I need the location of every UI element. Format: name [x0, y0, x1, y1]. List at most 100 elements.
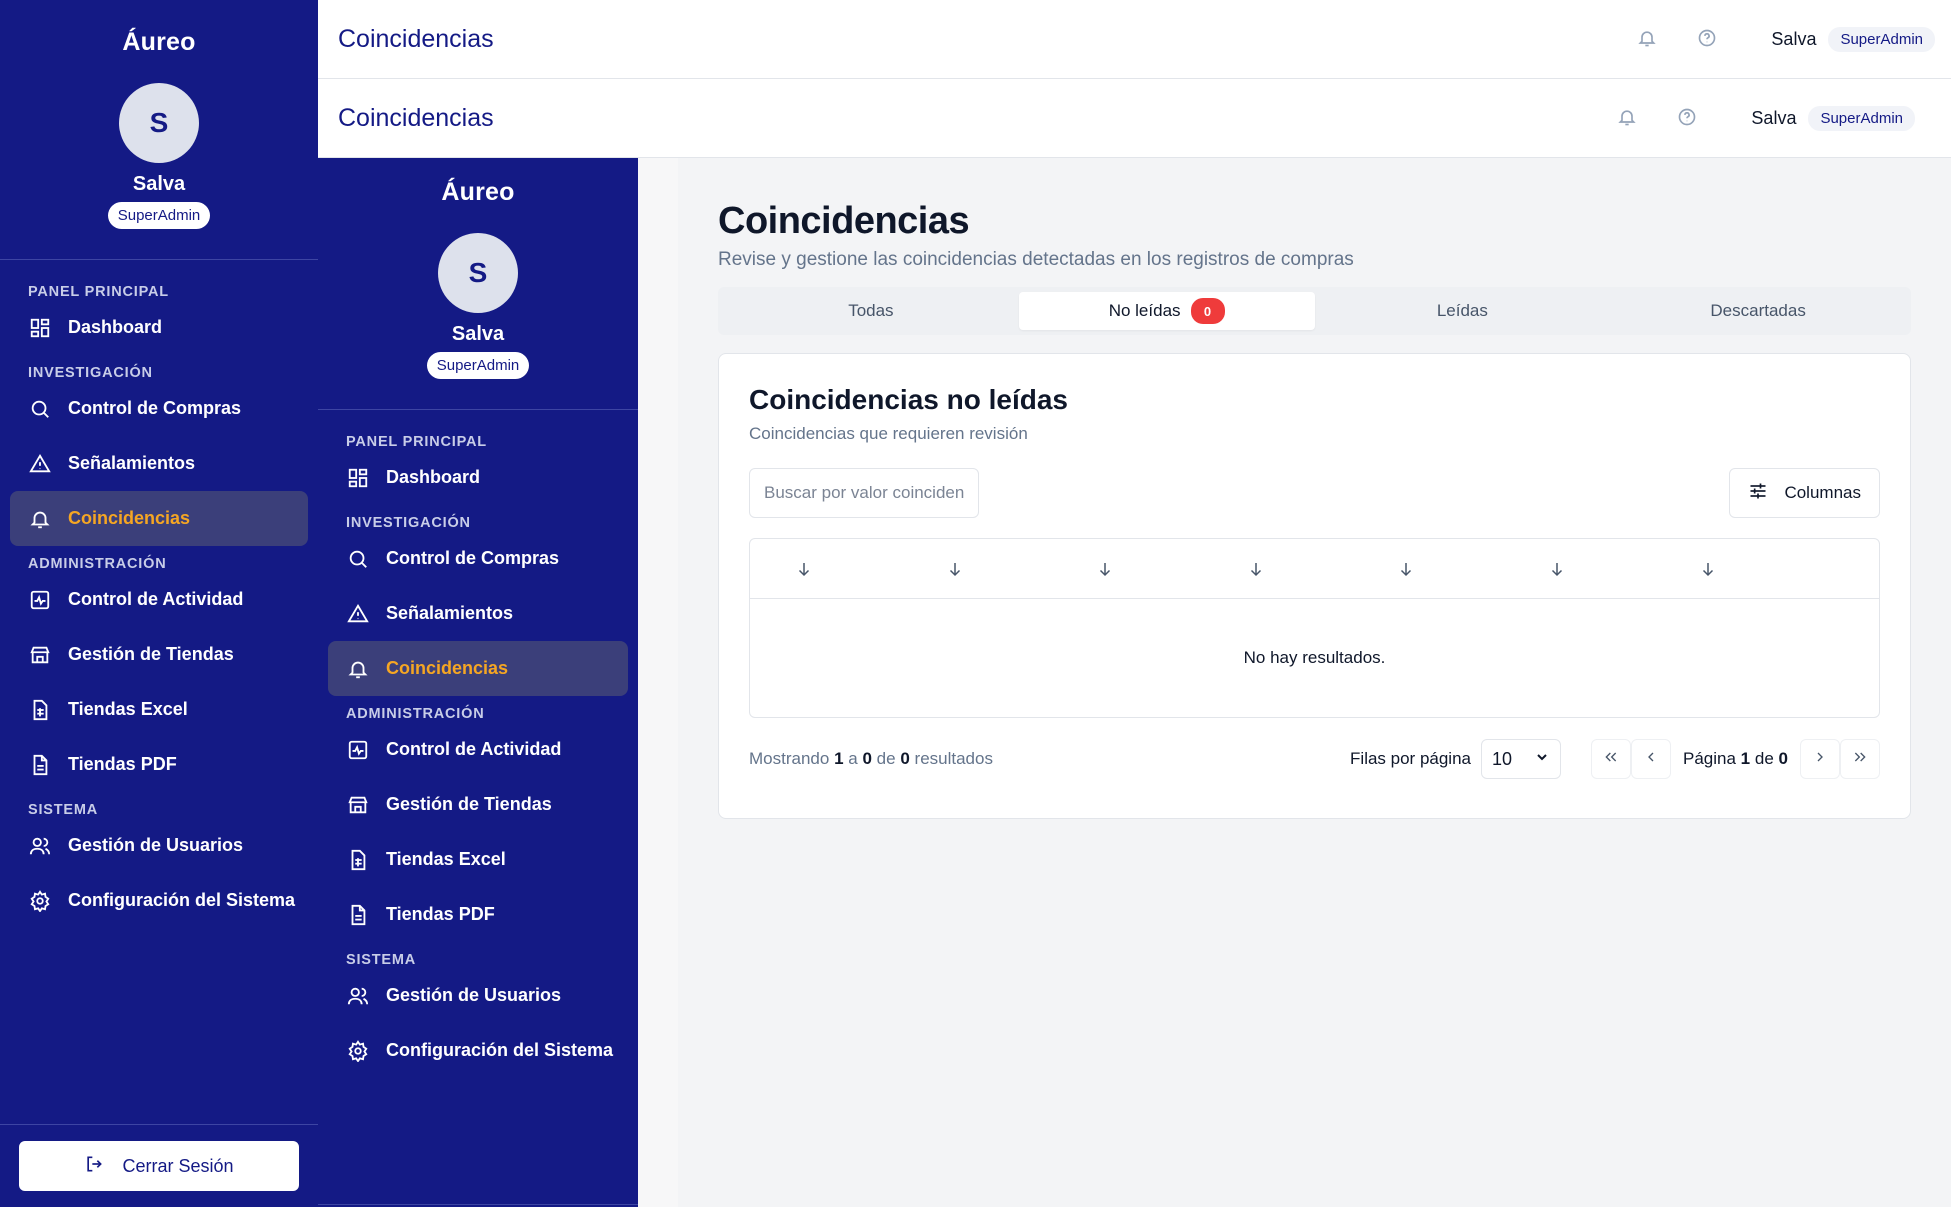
sidebar-item-senalamientos[interactable]: Señalamientos — [0, 436, 308, 491]
sidebar-item-control-actividad[interactable]: Control de Actividad — [0, 572, 308, 627]
table-header — [750, 539, 1879, 599]
logout-button[interactable]: Cerrar Sesión — [19, 1141, 299, 1191]
sidebar-item-gestion-tiendas[interactable]: Gestión de Tiendas — [318, 777, 628, 832]
sidebar-item-coincidencias[interactable]: Coincidencias — [10, 491, 308, 546]
sort-arrow-icon[interactable] — [1377, 560, 1528, 578]
dashboard-icon — [346, 466, 370, 490]
bell-icon[interactable] — [1617, 107, 1639, 129]
sort-arrow-icon[interactable] — [1076, 560, 1227, 578]
sort-arrow-icon[interactable] — [1227, 560, 1378, 578]
sidebar-item-configuracion[interactable]: Configuración del Sistema — [0, 873, 308, 928]
sidebar-item-dashboard[interactable]: Dashboard — [318, 450, 628, 505]
user-role-badge: SuperAdmin — [1808, 105, 1915, 131]
user-name[interactable]: Salva — [1751, 108, 1796, 129]
section-investigacion: INVESTIGACIÓN — [346, 515, 471, 531]
sidebar: Áureo S Salva SuperAdmin PANEL PRINCIPAL… — [318, 158, 638, 1207]
summary-text: Mostrando — [749, 749, 830, 768]
brand-logo: Áureo — [122, 28, 196, 56]
main-content: Coincidencias Revise y gestione las coin… — [638, 158, 1951, 1207]
current-page: 1 — [1740, 749, 1751, 768]
sidebar-item-tiendas-pdf[interactable]: Tiendas PDF — [318, 887, 628, 942]
tab-todas[interactable]: Todas — [723, 292, 1019, 330]
search-icon — [346, 547, 370, 571]
sidebar-item-label: Gestión de Tiendas — [386, 794, 552, 814]
document-icon — [28, 753, 52, 777]
sidebar-item-label: Control de Actividad — [386, 739, 562, 759]
summary-from: 1 — [834, 749, 844, 768]
sidebar-item-label: Señalamientos — [386, 603, 514, 623]
gear-icon — [28, 889, 52, 913]
sidebar-item-configuracion[interactable]: Configuración del Sistema — [318, 1023, 628, 1078]
sidebar-item-label: Configuración del Sistema — [68, 890, 296, 910]
columns-label: Columnas — [1784, 483, 1861, 502]
section-sistema: SISTEMA — [346, 952, 417, 968]
sidebar-item-control-compras[interactable]: Control de Compras — [318, 531, 628, 586]
data-table: No hay resultados. — [749, 538, 1880, 718]
page-word: Página — [1683, 749, 1736, 768]
first-page-button[interactable] — [1591, 739, 1631, 779]
user-role-badge: SuperAdmin — [426, 352, 530, 379]
tab-leidas[interactable]: Leídas — [1315, 292, 1611, 330]
sort-arrow-icon[interactable] — [1679, 560, 1830, 578]
section-sistema: SISTEMA — [28, 802, 99, 818]
table-empty-state: No hay resultados. — [1243, 648, 1386, 667]
section-panel-principal: PANEL PRINCIPAL — [346, 434, 487, 450]
sidebar-item-tiendas-excel[interactable]: Tiendas Excel — [0, 682, 308, 737]
avatar: S — [438, 233, 518, 313]
sidebar-item-label: Tiendas PDF — [68, 754, 177, 774]
sidebar-item-label: Dashboard — [68, 317, 163, 337]
sidebar-item-coincidencias[interactable]: Coincidencias — [328, 641, 628, 696]
sidebar-item-label: Tiendas PDF — [386, 904, 495, 924]
bell-icon — [346, 657, 370, 681]
sidebar-item-dashboard[interactable]: Dashboard — [0, 300, 308, 355]
help-icon[interactable] — [1697, 28, 1719, 50]
rows-per-page-select[interactable]: 10 — [1481, 739, 1561, 779]
columns-button[interactable]: Columnas — [1729, 468, 1880, 518]
sidebar-item-control-actividad[interactable]: Control de Actividad — [318, 722, 628, 777]
search-input[interactable] — [749, 468, 979, 518]
top-bar: Coincidencias Salva SuperAdmin — [318, 0, 1951, 79]
help-icon[interactable] — [1677, 107, 1699, 129]
sidebar-item-control-compras[interactable]: Control de Compras — [0, 381, 308, 436]
page-header-title: Coincidencias — [338, 24, 494, 53]
sidebar: Áureo S Salva SuperAdmin PANEL PRINCIPAL… — [0, 0, 318, 1207]
tab-label: No leídas — [1108, 301, 1181, 320]
sort-arrow-icon[interactable] — [926, 560, 1077, 578]
search-icon — [28, 397, 52, 421]
chevron-down-icon — [1534, 749, 1550, 770]
count-badge: 0 — [1190, 298, 1225, 324]
total-pages: 0 — [1778, 749, 1788, 768]
next-page-button[interactable] — [1800, 739, 1840, 779]
user-name[interactable]: Salva — [1771, 29, 1816, 50]
store-icon — [28, 643, 52, 667]
sidebar-item-tiendas-pdf[interactable]: Tiendas PDF — [0, 737, 308, 792]
sidebar-item-gestion-usuarios[interactable]: Gestión de Usuarios — [318, 968, 628, 1023]
pagination: Filas por página 10 Página 1 de 0 — [1350, 739, 1880, 779]
tab-no-leidas[interactable]: No leídas 0 — [1018, 292, 1315, 330]
summary-total: 0 — [900, 749, 910, 768]
sidebar-item-label: Control de Compras — [68, 398, 242, 418]
sidebar-nav: PANEL PRINCIPAL Dashboard INVESTIGACIÓN … — [318, 424, 638, 1078]
bell-icon[interactable] — [1637, 28, 1659, 50]
sort-arrow-icon[interactable] — [775, 560, 926, 578]
page-header-title: Coincidencias — [338, 103, 494, 132]
top-bar: Coincidencias Salva SuperAdmin — [318, 79, 1951, 158]
prev-page-button[interactable] — [1631, 739, 1671, 779]
sidebar-item-senalamientos[interactable]: Señalamientos — [318, 586, 628, 641]
top-bar-actions: Salva SuperAdmin — [1637, 26, 1935, 52]
summary-text: de — [876, 749, 896, 768]
section-administracion: ADMINISTRACIÓN — [346, 706, 485, 722]
rows-per-page-label: Filas por página — [1350, 749, 1471, 768]
sort-arrow-icon[interactable] — [1528, 560, 1679, 578]
tab-descartadas[interactable]: Descartadas — [1610, 292, 1906, 330]
logout-area: Cerrar Sesión — [0, 1124, 318, 1207]
sidebar-item-label: Tiendas Excel — [386, 849, 506, 869]
logout-icon — [84, 1154, 104, 1179]
sidebar-item-gestion-tiendas[interactable]: Gestión de Tiendas — [0, 627, 308, 682]
last-page-button[interactable] — [1840, 739, 1880, 779]
sidebar-item-tiendas-excel[interactable]: Tiendas Excel — [318, 832, 628, 887]
warning-icon — [28, 452, 52, 476]
spreadsheet-icon — [28, 698, 52, 722]
sidebar-item-gestion-usuarios[interactable]: Gestión de Usuarios — [0, 818, 308, 873]
tab-label: Todas — [848, 301, 894, 320]
